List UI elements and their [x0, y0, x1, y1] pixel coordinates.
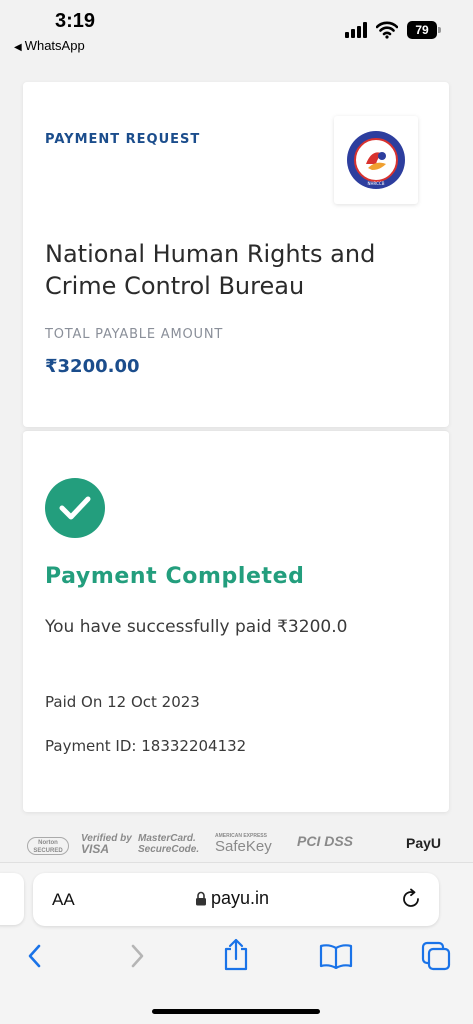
payment-request-card: PAYMENT REQUEST NHRCCB National Human Ri…	[23, 82, 449, 427]
previous-tab-card[interactable]	[0, 873, 24, 925]
battery-icon: 79	[407, 21, 441, 39]
browser-toolbar: AA payu.in	[0, 862, 473, 1024]
mastercard-securecode-badge: MasterCard. SecureCode.	[138, 833, 200, 855]
reader-settings-button[interactable]: AA	[52, 890, 75, 910]
back-triangle-icon: ◀	[14, 42, 22, 53]
total-payable-label: TOTAL PAYABLE AMOUNT	[45, 327, 224, 342]
lock-icon	[196, 891, 206, 906]
trust-badges: Norton SECURED Verified by VISA MasterCa…	[25, 833, 450, 861]
merchant-name: National Human Rights and Crime Control …	[45, 240, 376, 300]
merchant-logo: NHRCCB	[334, 116, 418, 204]
payment-request-heading: PAYMENT REQUEST	[45, 132, 201, 147]
wifi-icon	[376, 21, 398, 39]
back-to-app-link[interactable]: ◀ WhatsApp	[14, 38, 85, 53]
url-text: payu.in	[211, 888, 270, 908]
status-bar: 3:19 ◀ WhatsApp 79	[0, 0, 473, 58]
pci-dss-badge: PCI DSS	[297, 833, 354, 849]
reload-icon[interactable]	[400, 888, 422, 910]
payment-status-card: Payment Completed You have successfully …	[23, 430, 449, 812]
back-chevron-icon[interactable]	[24, 941, 46, 971]
bookmarks-icon[interactable]	[319, 943, 353, 969]
merchant-emblem-icon: NHRCCB	[347, 131, 405, 189]
home-indicator[interactable]	[152, 1009, 320, 1014]
payment-status-message: You have successfully paid ₹3200.0	[45, 617, 348, 637]
payment-id: Payment ID: 18332204132	[45, 737, 247, 755]
tabs-icon[interactable]	[421, 941, 451, 971]
norton-badge: Norton SECURED	[27, 837, 69, 855]
verified-by-visa-badge: Verified by VISA	[81, 833, 132, 856]
paid-on-date: Paid On 12 Oct 2023	[45, 693, 200, 711]
total-payable-amount: ₹3200.00	[45, 356, 140, 377]
back-app-label: WhatsApp	[24, 38, 85, 53]
cellular-signal-icon	[345, 22, 367, 38]
svg-text:NHRCCB: NHRCCB	[368, 181, 385, 186]
amex-safekey-badge: AMERICAN EXPRESS SafeKey	[215, 833, 272, 855]
payment-status-title: Payment Completed	[45, 564, 305, 589]
payu-logo: PayU	[406, 835, 442, 851]
share-icon[interactable]	[222, 937, 250, 971]
battery-level: 79	[407, 21, 437, 39]
address-bar[interactable]: AA payu.in	[33, 873, 439, 926]
success-check-icon	[45, 478, 105, 538]
status-time: 3:19	[55, 10, 96, 32]
forward-chevron-icon[interactable]	[126, 941, 148, 971]
